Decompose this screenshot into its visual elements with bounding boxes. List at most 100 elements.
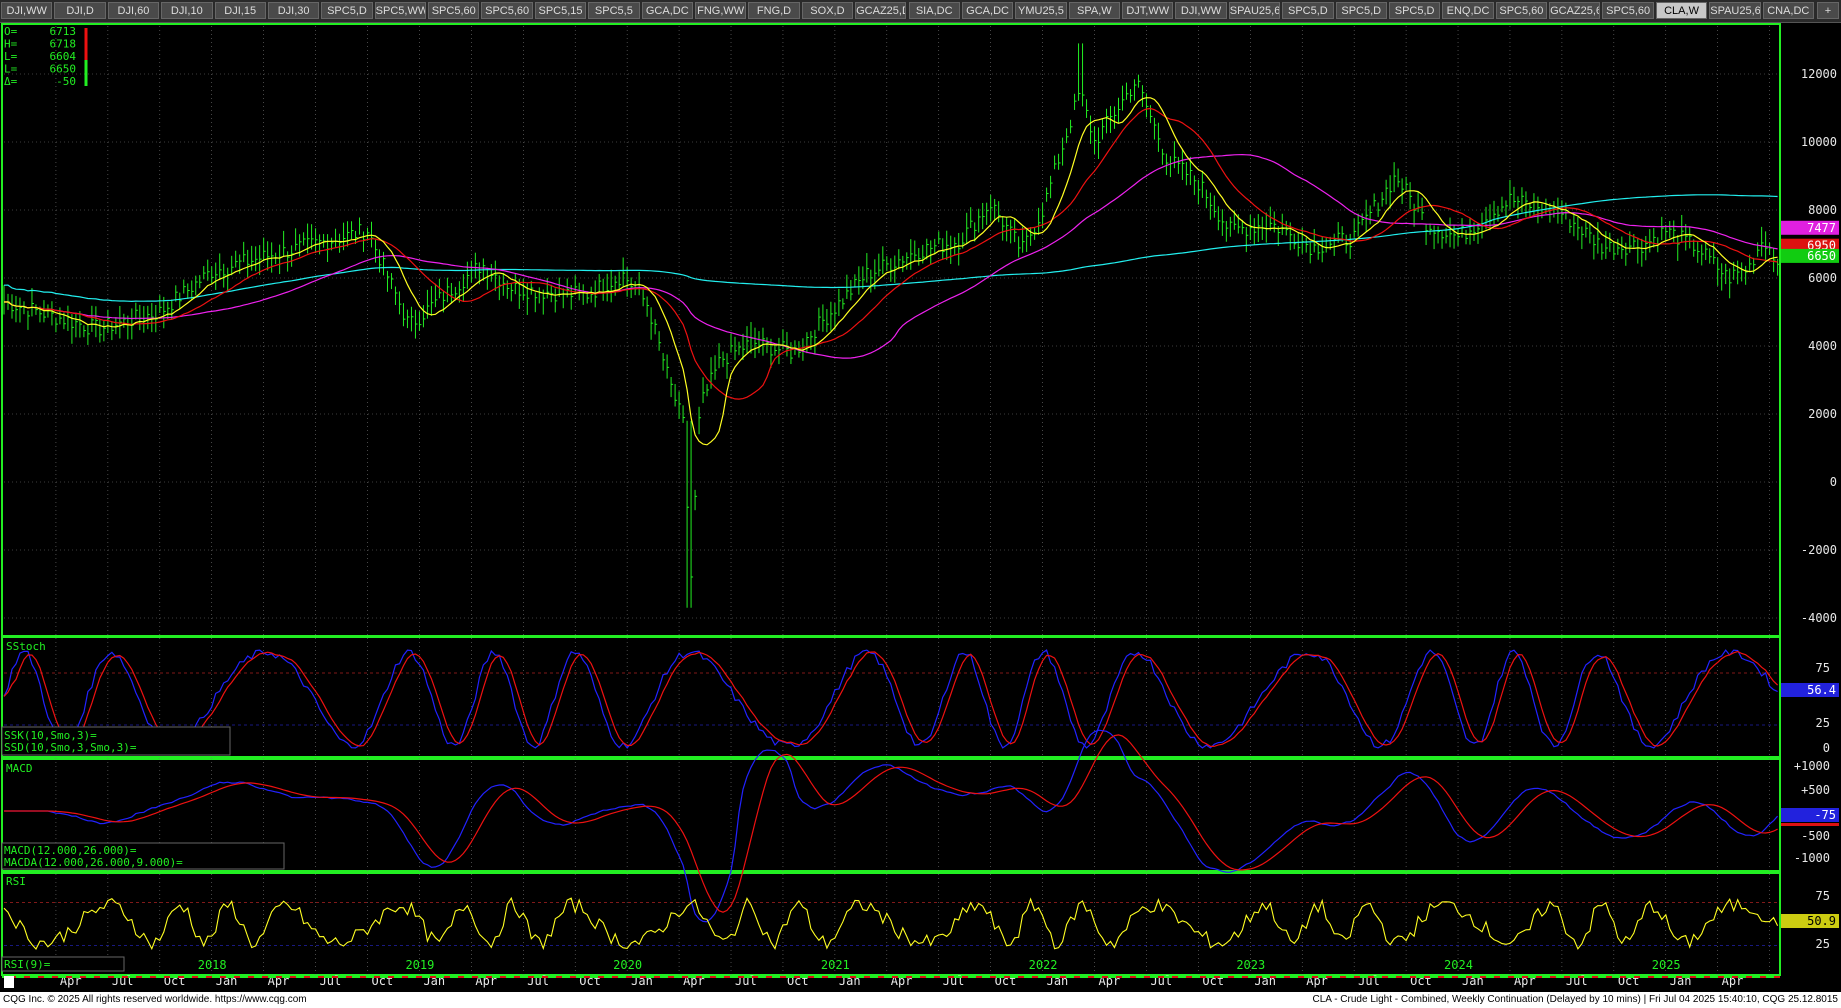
macd-signal-label: MACDA(12.000,26.000,9.000)= (4, 856, 183, 869)
time-strip-tick (696, 976, 702, 978)
time-strip-tick (738, 976, 744, 978)
symbol-tab[interactable]: DJI,D (54, 2, 106, 19)
symbol-tab[interactable]: SPC5,60 (1602, 2, 1654, 19)
symbol-tab[interactable]: CNA,DC (1762, 2, 1814, 19)
symbol-tab[interactable]: GCA,DC (641, 2, 693, 19)
time-strip-tick (710, 976, 716, 978)
symbol-tab[interactable]: DJI,WW (1, 2, 53, 19)
time-strip-tick (150, 976, 156, 978)
rsi-badge-label: 50.9 (1807, 914, 1836, 928)
symbol-tab[interactable]: SPC5,D (1282, 2, 1334, 19)
symbol-tab[interactable]: DJT,WW (1122, 2, 1174, 19)
time-strip-tick (1564, 976, 1570, 978)
symbol-tab[interactable]: DJI,60 (107, 2, 160, 19)
symbol-tab[interactable]: SPC5,D (1388, 2, 1441, 19)
time-strip-tick (1550, 976, 1556, 978)
time-strip-tick (1256, 976, 1262, 978)
time-strip-tick (1746, 976, 1752, 978)
time-scroll-handle (4, 976, 14, 988)
time-strip-tick (1382, 976, 1388, 978)
time-strip-tick (1578, 976, 1584, 978)
year-label: 2023 (1236, 958, 1265, 972)
time-strip-tick (1774, 976, 1780, 978)
symbol-tab[interactable]: SOX,D (801, 2, 854, 19)
time-strip-tick (1606, 976, 1612, 978)
symbol-tab[interactable]: SIA,DC (908, 2, 960, 19)
symbol-tab[interactable]: FNG,WW (694, 2, 747, 19)
symbol-tab[interactable]: SPC5,15 (534, 2, 587, 19)
symbol-tab[interactable]: FNG,D (748, 2, 800, 19)
status-footer: CQG Inc. © 2025 All rights reserved worl… (0, 992, 1841, 1008)
sstoch-axis-label: 0 (1823, 741, 1830, 755)
symbol-tab[interactable]: GCAZ25,60 (1549, 2, 1601, 19)
macd-axis-label: -500 (1801, 829, 1830, 843)
time-strip-tick (920, 976, 926, 978)
symbol-tab[interactable]: DJI,15 (214, 2, 266, 19)
time-strip-tick (458, 976, 464, 978)
time-strip-tick (108, 976, 114, 978)
time-strip-tick (808, 976, 814, 978)
symbol-tab[interactable]: DJI,10 (161, 2, 213, 19)
symbol-tab[interactable]: GCA,DC (961, 2, 1014, 19)
time-strip-tick (1732, 976, 1738, 978)
symbol-tab[interactable]: SPC5,60 (428, 2, 480, 19)
macd-badge-label: -75 (1814, 808, 1836, 822)
time-strip-tick (52, 976, 58, 978)
time-strip-tick (1340, 976, 1346, 978)
copyright-text: CQG Inc. © 2025 All rights reserved worl… (3, 994, 307, 1005)
time-strip-tick (24, 976, 30, 978)
time-strip-tick (374, 976, 380, 978)
time-strip-tick (1046, 976, 1052, 978)
price-chart[interactable]: 12000 10000 8000 6000 4000 2000 0 -2000 -4000 747… (0, 22, 1841, 992)
symbol-tab[interactable]: SPC5,60 (1495, 2, 1548, 19)
year-label: 2021 (821, 958, 850, 972)
time-strip-tick (360, 976, 366, 978)
time-strip-tick (990, 976, 996, 978)
symbol-tab[interactable]: YMU25,5 (1015, 2, 1067, 19)
ma-slow-line (3, 153, 1778, 359)
time-strip-tick (192, 976, 198, 978)
time-strip-tick (402, 976, 408, 978)
price-axis-label: -4000 (1801, 611, 1837, 625)
time-strip-tick (612, 976, 618, 978)
symbol-tab[interactable]: DJI,30 (267, 2, 320, 19)
symbol-tab[interactable]: SPC5,WW (374, 2, 427, 19)
price-axis-label: 6000 (1808, 271, 1837, 285)
time-strip-tick (318, 976, 324, 978)
symbol-tab[interactable]: SPC5,60 (481, 2, 533, 19)
time-strip-tick (1438, 976, 1444, 978)
time-strip-tick (598, 976, 604, 978)
symbol-tab[interactable]: SPC5,D (1335, 2, 1387, 19)
symbol-tab[interactable]: SPAU25,60 (1709, 2, 1761, 19)
time-strip-tick (1718, 976, 1724, 978)
time-strip-tick (1494, 976, 1500, 978)
symbol-tab[interactable]: GCAZ25,D (855, 2, 907, 19)
symbol-tab[interactable]: SPC5,5 (588, 2, 640, 19)
symbol-tab[interactable]: SPC5,D (321, 2, 373, 19)
rsi-axis-label: 75 (1816, 889, 1830, 903)
price-axis-label: 2000 (1808, 407, 1837, 421)
symbol-tab[interactable]: DJI,WW (1175, 2, 1227, 19)
time-strip-tick (248, 976, 254, 978)
time-strip-tick (1158, 976, 1164, 978)
time-strip-tick (1662, 976, 1668, 978)
symbol-tab[interactable]: ENQ,DC (1442, 2, 1494, 19)
symbol-tab[interactable]: SPAU25,60 (1228, 2, 1281, 19)
time-strip-tick (1452, 976, 1458, 978)
year-label: 2025 (1652, 958, 1681, 972)
macd-signal-badge (1781, 823, 1839, 826)
time-strip-tick (1648, 976, 1654, 978)
chart-description: CLA - Crude Light - Combined, Weekly Con… (1312, 994, 1838, 1005)
add-tab-button[interactable]: + (1817, 2, 1839, 19)
macd-axis-label: +500 (1801, 783, 1830, 797)
symbol-tab[interactable]: SPA,W (1068, 2, 1121, 19)
time-strip-tick (1144, 976, 1150, 978)
ma-mid-line (3, 107, 1778, 400)
time-strip-tick (1298, 976, 1304, 978)
symbol-tab-bar: DJI,WW DJI,D DJI,60 DJI,10 DJI,15 DJI,30 SPC5,… (0, 0, 1841, 23)
time-strip-tick (486, 976, 492, 978)
price-badge-label: 6650 (1807, 249, 1836, 263)
sstoch-axis-label: 25 (1816, 716, 1830, 730)
ohlc-label: L= (4, 50, 18, 63)
symbol-tab[interactable]: CLA,W (1655, 2, 1708, 19)
